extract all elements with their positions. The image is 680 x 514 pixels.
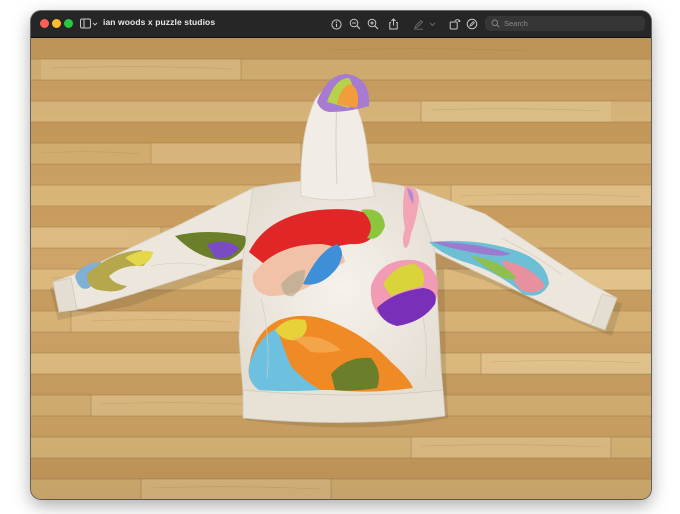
markup-pen-button[interactable] (411, 16, 425, 32)
zoom-out-icon (349, 18, 361, 30)
maximize-button[interactable] (64, 19, 73, 28)
share-icon (388, 18, 398, 30)
info-button[interactable] (329, 16, 343, 32)
share-button[interactable] (386, 16, 400, 32)
photo-hoodie-on-wood-floor (31, 38, 651, 499)
zoom-in-icon (367, 18, 379, 30)
rotate-button[interactable] (448, 16, 462, 32)
rotate-icon (449, 19, 461, 30)
search-field[interactable] (485, 16, 645, 31)
pen-icon (413, 19, 423, 30)
search-icon (491, 19, 500, 28)
search-input[interactable] (504, 19, 634, 28)
image-canvas[interactable] (31, 38, 651, 499)
minimize-button[interactable] (52, 19, 61, 28)
sidebar-icon (80, 18, 98, 29)
annotate-button[interactable] (465, 16, 479, 32)
zoom-out-button[interactable] (348, 16, 362, 32)
markup-circle-icon (466, 18, 478, 30)
info-icon (330, 18, 342, 30)
window-title: ian woods x puzzle studios (103, 17, 216, 27)
title-bar: ian woods x puzzle studios (31, 11, 651, 38)
sidebar-toggle-button[interactable] (79, 16, 99, 32)
close-button[interactable] (40, 19, 49, 28)
markup-dropdown-button[interactable] (427, 16, 437, 32)
chevron-down-icon (429, 22, 435, 27)
zoom-in-button[interactable] (366, 16, 380, 32)
preview-window: ian woods x puzzle studios (31, 11, 651, 499)
